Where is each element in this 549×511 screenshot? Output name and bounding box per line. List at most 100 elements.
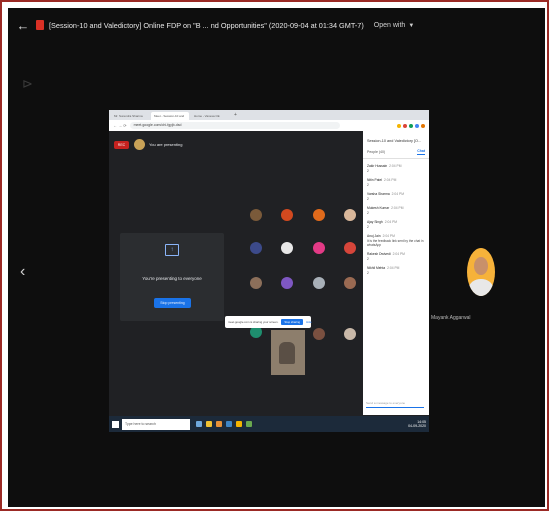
tab-people[interactable]: People (40)	[367, 150, 417, 154]
open-with-button[interactable]: Open with ▼	[374, 22, 414, 29]
shared-screen: Mr. Surendra Sharma Meet - Session-10 an…	[109, 110, 429, 432]
chat-time: 2:04 PM	[391, 206, 404, 210]
recording-badge: REC	[114, 141, 129, 149]
chat-time: 2:04 PM	[392, 252, 405, 256]
chat-sender: Rakesh Dwivedi 2:04 PM	[367, 252, 425, 256]
chat-time: 2:04 PM	[384, 220, 398, 224]
participant-tile[interactable]	[281, 209, 293, 221]
participant-name: Mayank Aggarwal	[431, 315, 471, 321]
page-frame: ← [Session-10 and Valedictory] Online FD…	[0, 0, 549, 511]
chat-sender: Mukesh Kumar 2:04 PM	[367, 206, 425, 210]
chat-sender-name: Zakir Hussain	[367, 164, 388, 168]
chat-message-input[interactable]: Send a message to everyone	[366, 401, 424, 408]
chat-message: Nitin Patel 2:04 PM 2	[363, 173, 429, 187]
windows-start-icon[interactable]	[112, 420, 119, 428]
chat-message: Rakesh Dwivedi 2:04 PM 2	[363, 247, 429, 261]
viewer-topbar: ← [Session-10 and Valedictory] Online FD…	[8, 8, 545, 42]
presenting-message: You're presenting to everyone	[142, 276, 202, 281]
avatar-shirt	[469, 279, 493, 296]
chat-message: Anuj Jain 2:04 PM It is the feedback link …	[363, 229, 429, 247]
chat-sender-name: Nikhil Mehta	[367, 266, 386, 270]
presenting-label: You are presenting	[149, 142, 183, 147]
video-file-icon	[36, 20, 44, 30]
participant-tile[interactable]	[344, 242, 356, 254]
back-arrow-icon[interactable]: ←	[12, 18, 34, 33]
chat-time: 2:04 PM	[389, 164, 402, 168]
present-screen-icon: ↑	[165, 244, 179, 256]
extension-icons	[397, 123, 425, 128]
chat-sender: Ajay Singh 2:04 PM	[367, 220, 425, 224]
participant-tile[interactable]	[250, 277, 262, 289]
side-glyph-icon: ⊳	[22, 76, 33, 91]
browser-tabstrip: Mr. Surendra Sharma Meet - Session-10 an…	[109, 110, 429, 120]
tab-chat[interactable]: Chat	[417, 149, 425, 155]
chat-sender: Nitin Patel 2:04 PM	[367, 178, 425, 182]
url-field[interactable]: meet.google.com/ohi-fgyjb-dsd	[129, 122, 340, 129]
browser-tab[interactable]: Home - Vanesa CE	[191, 112, 229, 120]
app-icon[interactable]	[196, 421, 202, 427]
share-bar-text: meet.google.com is sharing your screen.	[228, 320, 279, 324]
meet-stage: REC You are presenting ↑ You're presenti…	[109, 131, 363, 416]
taskbar-date: 04-09-2020	[408, 424, 426, 428]
participant-tile[interactable]	[313, 209, 325, 221]
chat-message-list: Zakir Hussain 2:04 PM 2 Nitin Patel 2:04 PM 2…	[363, 159, 429, 275]
chat-message: Ajay Singh 2:04 PM 2	[363, 215, 429, 229]
taskbar-search-input[interactable]: Type here to search	[122, 418, 190, 430]
chrome-icon[interactable]	[236, 421, 242, 427]
chat-text: 2	[367, 271, 369, 275]
stop-presenting-button[interactable]: Stop presenting	[154, 298, 191, 308]
meeting-title: Session-10 and Valedictory [O...	[367, 139, 422, 143]
browser-urlbar: ← → ⟳ meet.google.com/ohi-fgyjb-dsd	[109, 120, 429, 131]
screen-share-bar: meet.google.com is sharing your screen. …	[225, 316, 312, 328]
taskbar-clock: 14:05 04-09-2020	[408, 420, 426, 428]
app-icon[interactable]	[216, 421, 222, 427]
participant-tile[interactable]	[313, 328, 325, 340]
participant-tile[interactable]	[281, 242, 293, 254]
folder-icon[interactable]	[206, 421, 212, 427]
app-icon[interactable]	[226, 421, 232, 427]
participant-tile[interactable]	[344, 328, 356, 340]
new-tab-icon[interactable]: +	[234, 112, 237, 118]
participant-tile[interactable]	[250, 242, 262, 254]
extension-icon[interactable]	[415, 123, 419, 128]
panel-tabs: People (40) Chat	[363, 143, 429, 159]
self-view-person	[279, 342, 295, 364]
previous-arrow-icon[interactable]: ‹	[20, 263, 25, 281]
app-icon[interactable]	[246, 421, 252, 427]
avatar-face	[474, 257, 488, 275]
chat-text: It is the feedback link sent by the chat…	[367, 239, 424, 247]
profile-icon[interactable]	[421, 123, 425, 128]
extension-icon[interactable]	[403, 123, 407, 128]
participant-tile[interactable]	[313, 242, 325, 254]
stop-sharing-button[interactable]: Stop sharing	[281, 319, 304, 325]
participant-tile[interactable]	[344, 209, 356, 221]
chat-sender-name: Mukesh Kumar	[367, 206, 390, 210]
chat-sender: Zakir Hussain 2:04 PM	[367, 164, 425, 168]
chat-time: 2:04 PM	[391, 192, 404, 196]
open-with-label: Open with	[373, 21, 406, 29]
chat-sender-name: Ajay Singh	[367, 220, 383, 224]
extension-icon[interactable]	[409, 123, 413, 128]
chat-time: 2:04 PM	[382, 234, 395, 238]
presenter-avatar	[134, 139, 145, 150]
nav-arrows-icon[interactable]: ← → ⟳	[113, 123, 127, 128]
participant-tile[interactable]	[281, 277, 293, 289]
chat-message: Nikhil Mehta 2:04 PM 2	[363, 261, 429, 275]
chevron-down-icon: ▼	[408, 22, 415, 29]
participant-tile[interactable]	[313, 277, 325, 289]
chat-sender-name: Rakesh Dwivedi	[367, 252, 391, 256]
participant-avatar	[467, 248, 495, 296]
participant-tile[interactable]	[344, 277, 356, 289]
browser-tab-active[interactable]: Meet - Session-10 and	[151, 112, 189, 120]
chat-message: Varsha Sharma 2:04 PM 2	[363, 187, 429, 201]
extension-icon[interactable]	[397, 123, 401, 128]
chat-sender: Nikhil Mehta 2:04 PM	[367, 266, 425, 270]
hide-button[interactable]: Hide	[306, 320, 312, 324]
chat-sender-name: Anuj Jain	[367, 234, 381, 238]
browser-tab[interactable]: Mr. Surendra Sharma	[111, 112, 149, 120]
file-title: [Session-10 and Valedictory] Online FDP …	[49, 20, 364, 30]
chat-sender-name: Varsha Sharma	[367, 192, 390, 196]
participant-tile[interactable]	[250, 209, 262, 221]
chat-panel: Session-10 and Valedictory [O... People …	[363, 131, 429, 415]
taskbar-apps	[196, 421, 252, 427]
